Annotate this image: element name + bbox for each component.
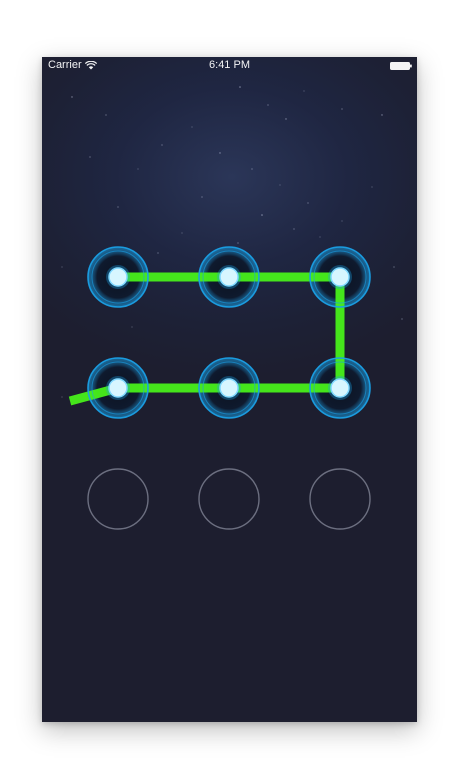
pattern-node-3-dot — [330, 267, 350, 287]
pattern-node-6-dot — [330, 378, 350, 398]
pattern-lock-grid[interactable] — [42, 57, 417, 722]
pattern-node-2-dot — [219, 267, 239, 287]
pattern-node-4-dot — [108, 378, 128, 398]
pattern-node-9[interactable] — [309, 468, 371, 530]
pattern-node-5-dot — [219, 378, 239, 398]
pattern-node-1-dot — [108, 267, 128, 287]
phone-screen: Carrier 6:41 PM — [42, 57, 417, 722]
pattern-node-7[interactable] — [87, 468, 149, 530]
pattern-node-8[interactable] — [198, 468, 260, 530]
